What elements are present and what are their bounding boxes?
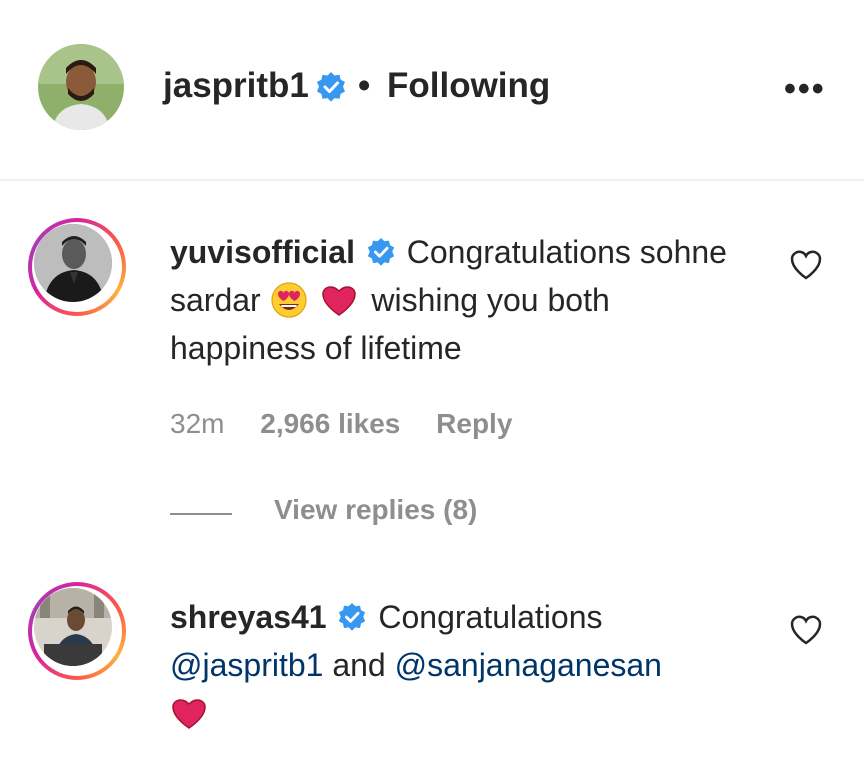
comment-conjunction: and [332, 647, 386, 683]
red-heart-emoji-icon [172, 699, 206, 729]
like-comment-heart-icon[interactable] [789, 248, 823, 282]
post-header: jaspritb1 • Following ••• [0, 0, 864, 181]
view-replies-button[interactable]: View replies (8) [274, 494, 477, 526]
verified-badge-icon [317, 72, 345, 102]
post-author-username[interactable]: jaspritb1 [163, 66, 309, 106]
comment-meta: 32m 2,966 likes Reply [170, 408, 540, 440]
mention-link[interactable]: @jaspritb1 [170, 647, 323, 683]
comment-likes[interactable]: 2,966 likes [260, 408, 400, 439]
comment-username[interactable]: yuvisofficial [170, 234, 355, 270]
comment-time: 32m [170, 408, 225, 439]
heart-eyes-emoji-icon [270, 282, 307, 318]
story-ring[interactable] [28, 582, 126, 680]
following-button[interactable]: Following [387, 66, 550, 106]
like-comment-heart-icon[interactable] [789, 613, 823, 647]
story-ring[interactable] [28, 218, 126, 316]
commenter-avatar[interactable] [34, 588, 112, 666]
mention-link[interactable]: @sanjanaganesan [395, 647, 662, 683]
commenter-avatar[interactable] [34, 224, 112, 302]
separator-dot: • [358, 66, 371, 105]
verified-badge-icon [367, 237, 394, 266]
view-replies-divider [170, 513, 232, 515]
red-heart-emoji-icon [322, 286, 357, 316]
comment-username[interactable]: shreyas41 [170, 599, 327, 635]
verified-badge-icon [339, 602, 366, 631]
reply-button[interactable]: Reply [436, 408, 512, 439]
more-options-icon[interactable]: ••• [784, 70, 826, 109]
comment-text-2: shreyas41 Congratulations @jaspritb1 and… [170, 593, 730, 737]
post-author-avatar[interactable] [38, 44, 124, 130]
comment-text-1: yuvisofficial Congratulations sohne sard… [170, 228, 730, 372]
comment-body: Congratulations [378, 599, 603, 635]
